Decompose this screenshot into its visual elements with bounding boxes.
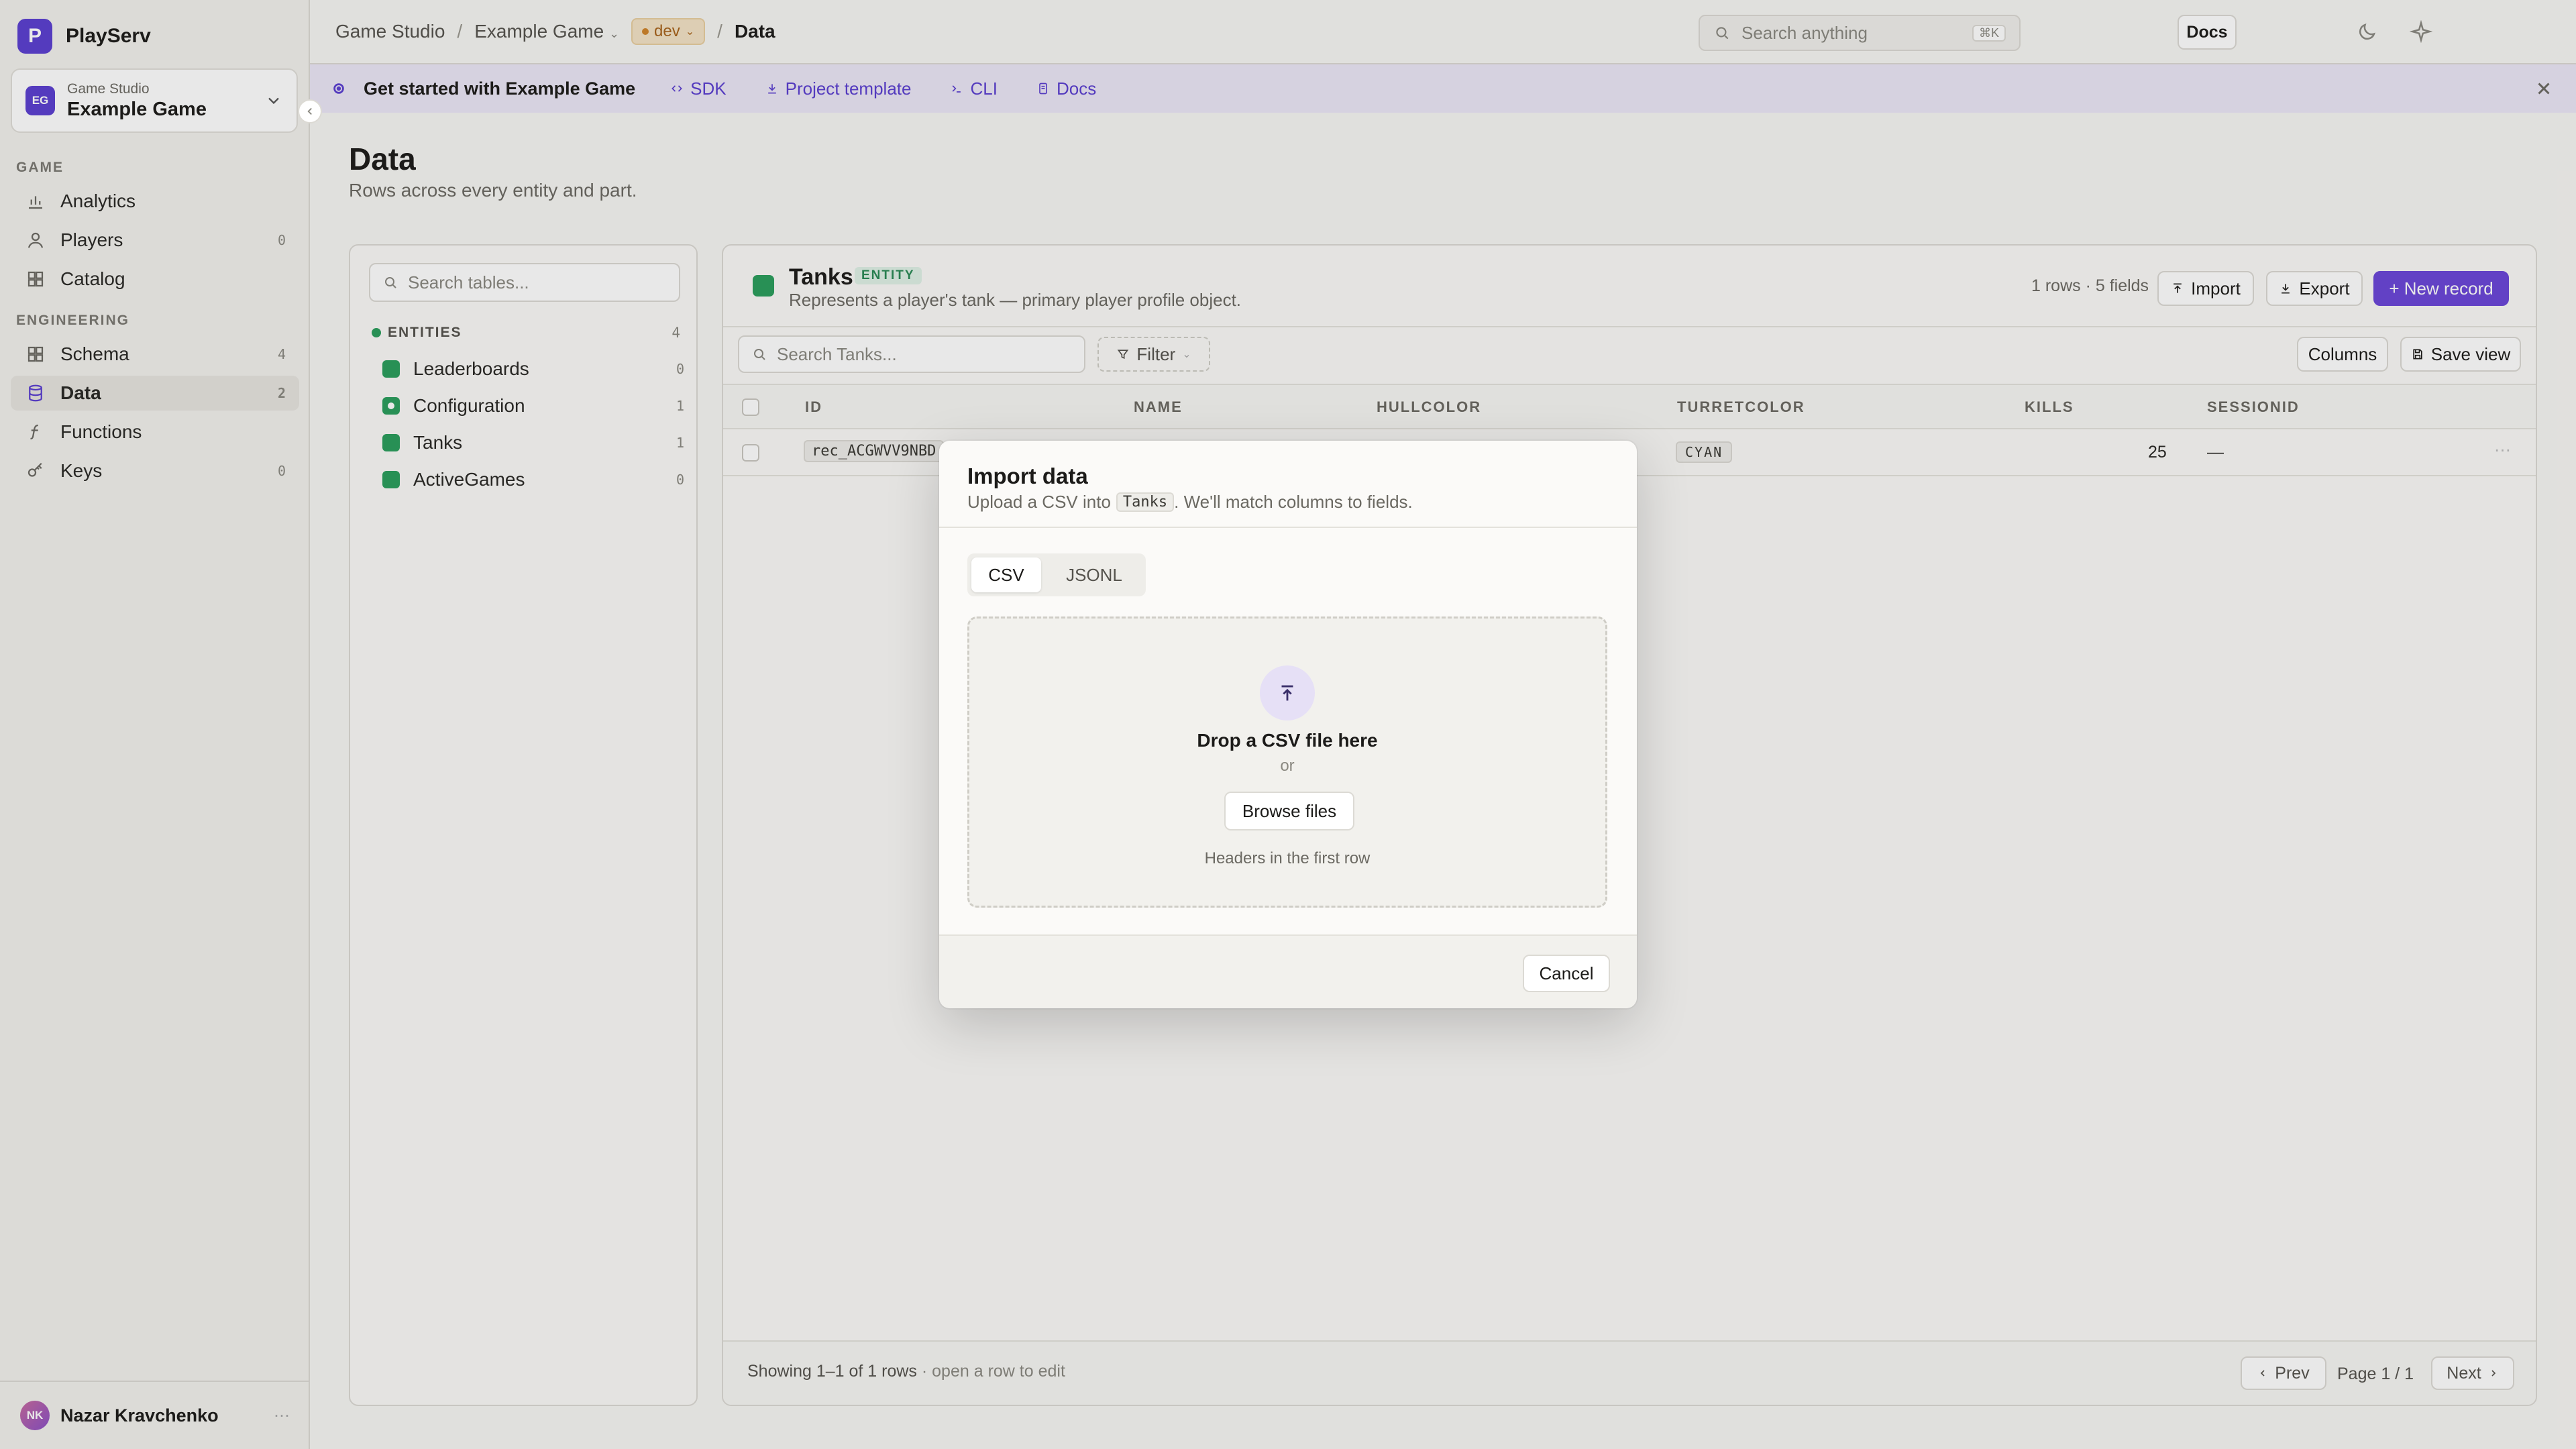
cancel-button[interactable]: Cancel <box>1523 955 1610 992</box>
browse-files-button[interactable]: Browse files <box>1224 792 1354 830</box>
divider <box>939 527 1637 528</box>
format-tabs: CSV JSONL <box>967 553 1146 596</box>
tab-csv[interactable]: CSV <box>971 557 1041 592</box>
upload-icon <box>1260 665 1315 720</box>
collapse-sidebar-button[interactable] <box>298 99 322 123</box>
target-table-chip: Tanks <box>1116 492 1175 512</box>
dropzone-or: or <box>1280 757 1295 775</box>
dialog-footer: Cancel <box>939 934 1637 1008</box>
dialog-subtitle: Upload a CSV into Tanks . We'll match co… <box>967 492 1413 512</box>
dialog-title: Import data <box>967 464 1088 488</box>
dropzone-title: Drop a CSV file here <box>1197 730 1378 751</box>
tab-jsonl[interactable]: JSONL <box>1046 557 1142 592</box>
dropzone-hint: Headers in the first row <box>1204 849 1371 867</box>
chevron-left-icon <box>307 107 312 115</box>
file-dropzone[interactable]: Drop a CSV file here or Browse files Hea… <box>967 616 1607 908</box>
import-data-dialog: Import data Upload a CSV into Tanks . We… <box>939 441 1637 1008</box>
